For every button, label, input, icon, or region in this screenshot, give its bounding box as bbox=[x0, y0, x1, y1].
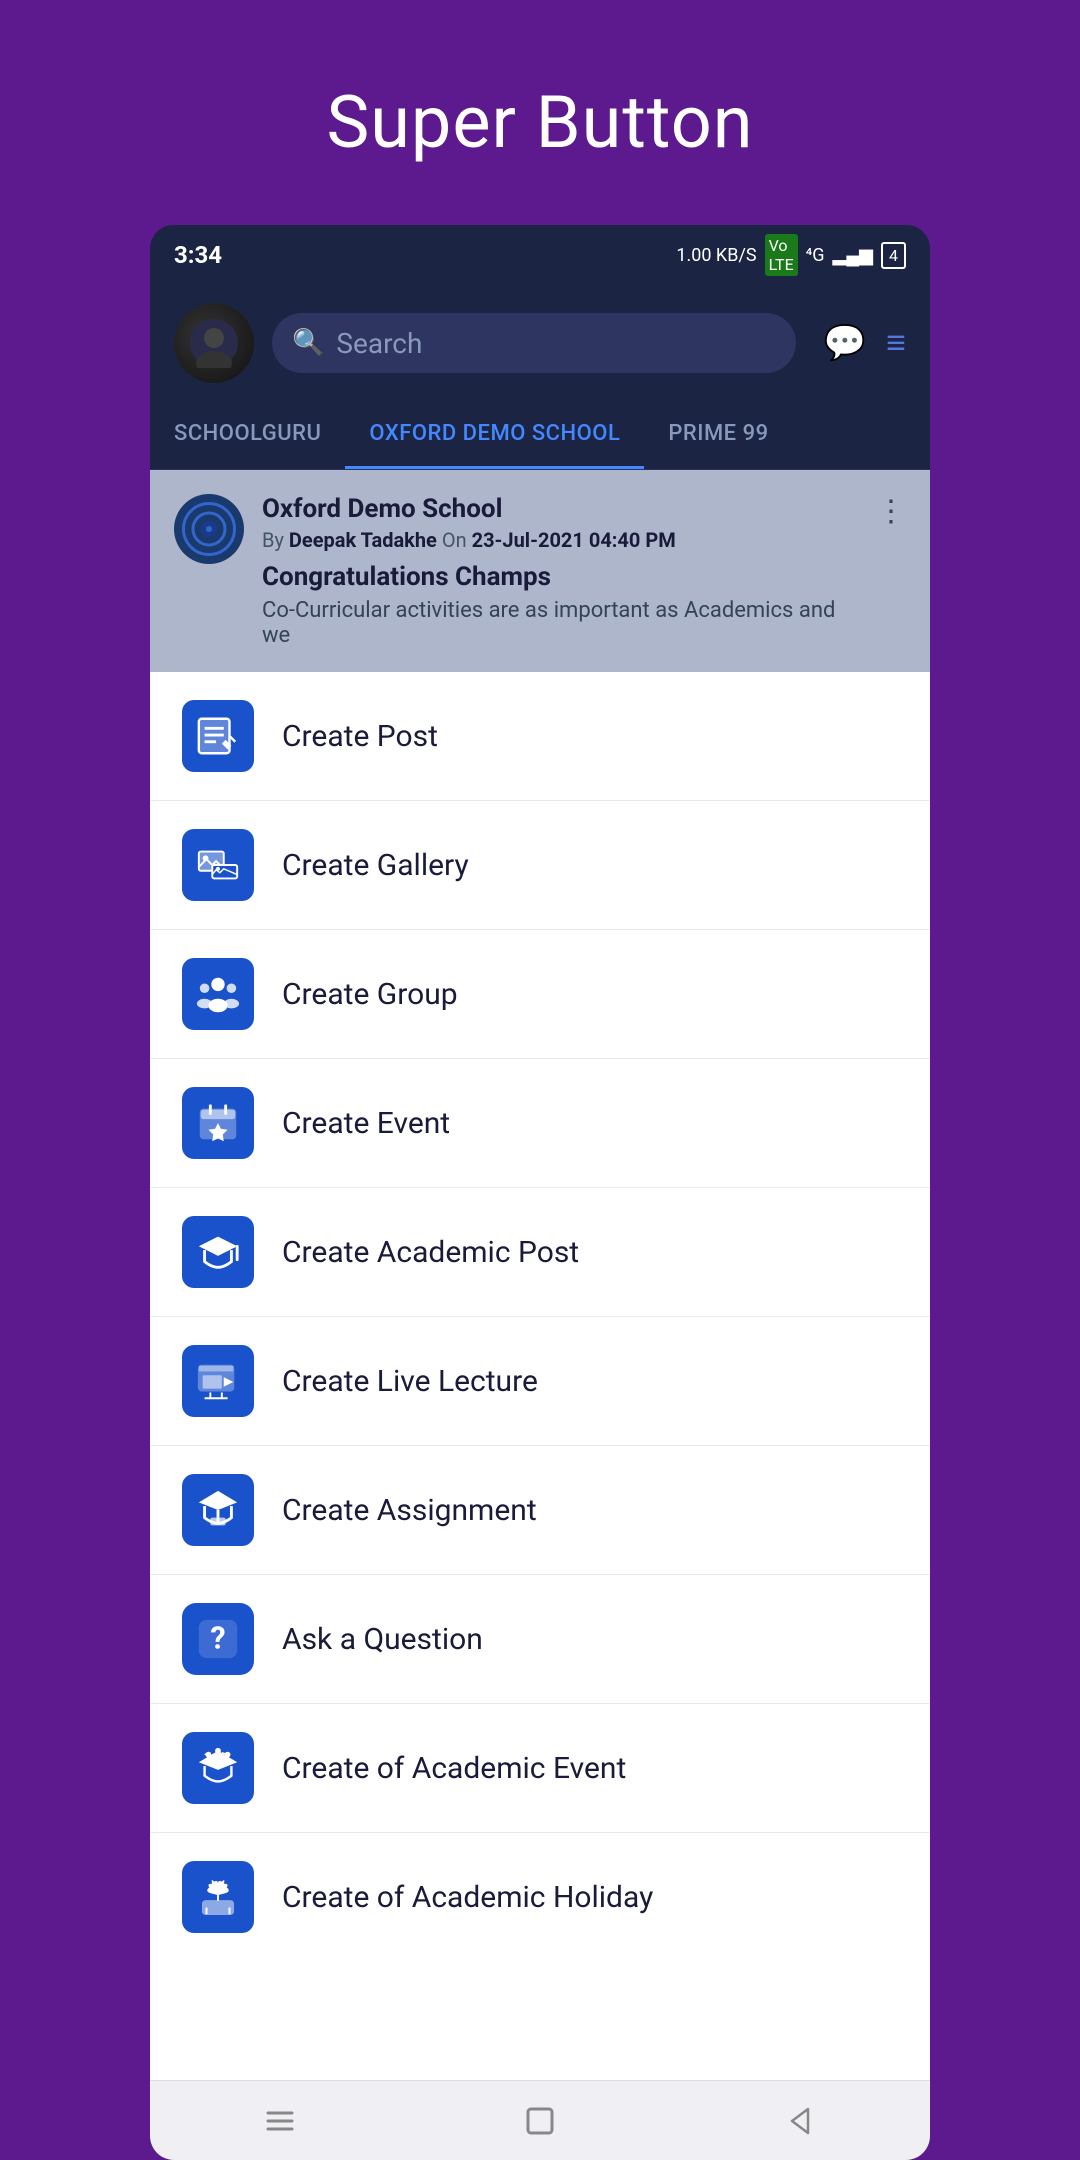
time-display: 3:34 bbox=[174, 241, 222, 269]
header-icons: 💬 ≡ bbox=[824, 323, 906, 363]
avatar-image bbox=[174, 303, 254, 383]
battery-icon: 4 bbox=[881, 242, 906, 269]
menu-item-create-academic-post[interactable]: Create Academic Post bbox=[150, 1188, 930, 1317]
menu-item-create-gallery[interactable]: Create Gallery bbox=[150, 801, 930, 930]
create-event-icon bbox=[182, 1087, 254, 1159]
data-speed: 1.00 KB/S bbox=[676, 245, 756, 266]
menu-label-create-post: Create Post bbox=[282, 719, 438, 754]
post-meta: By Deepak Tadakhe On 23-Jul-2021 04:40 P… bbox=[262, 528, 858, 552]
avatar[interactable] bbox=[174, 303, 254, 383]
create-live-lecture-icon bbox=[182, 1345, 254, 1417]
network-icon: ⁴G bbox=[806, 245, 825, 266]
post-title: Congratulations Champs bbox=[262, 562, 858, 592]
menu-item-create-live-lecture[interactable]: Create Live Lecture bbox=[150, 1317, 930, 1446]
ask-question-icon: ? bbox=[182, 1603, 254, 1675]
post-card: Oxford Demo School By Deepak Tadakhe On … bbox=[150, 470, 930, 672]
create-gallery-icon bbox=[182, 829, 254, 901]
tab-bar: SCHOOLGURU OXFORD DEMO SCHOOL PRIME 99 bbox=[150, 401, 930, 470]
nav-back-icon[interactable] bbox=[770, 2091, 830, 2151]
menu-item-create-event[interactable]: Create Event bbox=[150, 1059, 930, 1188]
search-placeholder: Search bbox=[336, 327, 422, 360]
phone-frame: 3:34 1.00 KB/S VoLTE ⁴G ▂▄▆ 4 🔍 Search 💬 bbox=[150, 225, 930, 2160]
menu-label-create-academic-holiday: Create of Academic Holiday bbox=[282, 1880, 653, 1915]
menu-item-create-group[interactable]: Create Group bbox=[150, 930, 930, 1059]
status-icons: 1.00 KB/S VoLTE ⁴G ▂▄▆ 4 bbox=[676, 234, 906, 276]
nav-menu-icon[interactable] bbox=[250, 2091, 310, 2151]
svg-text:?: ? bbox=[210, 1622, 225, 1657]
menu-label-create-academic-event: Create of Academic Event bbox=[282, 1751, 626, 1786]
school-avatar bbox=[174, 494, 244, 564]
post-more-icon[interactable]: ⋮ bbox=[876, 494, 906, 529]
search-icon: 🔍 bbox=[292, 328, 324, 358]
tab-oxford[interactable]: OXFORD DEMO SCHOOL bbox=[345, 401, 644, 469]
nav-home-icon[interactable] bbox=[510, 2091, 570, 2151]
signal-icon: ▂▄▆ bbox=[833, 245, 873, 266]
create-group-icon bbox=[182, 958, 254, 1030]
post-info: Oxford Demo School By Deepak Tadakhe On … bbox=[262, 494, 858, 648]
volte-icon: VoLTE bbox=[765, 234, 798, 276]
message-icon[interactable]: 💬 bbox=[824, 323, 866, 363]
menu-label-create-assignment: Create Assignment bbox=[282, 1493, 537, 1528]
menu-label-create-group: Create Group bbox=[282, 977, 458, 1012]
create-academic-event-icon bbox=[182, 1732, 254, 1804]
create-academic-holiday-icon bbox=[182, 1861, 254, 1933]
menu-label-ask-question: Ask a Question bbox=[282, 1622, 483, 1657]
bottom-nav bbox=[150, 2080, 930, 2160]
menu-item-create-post[interactable]: Create Post bbox=[150, 672, 930, 801]
create-assignment-icon bbox=[182, 1474, 254, 1546]
menu-label-create-live-lecture: Create Live Lecture bbox=[282, 1364, 538, 1399]
post-school-name: Oxford Demo School bbox=[262, 494, 858, 524]
post-body: Co-Curricular activities are as importan… bbox=[262, 598, 858, 648]
create-academic-post-icon bbox=[182, 1216, 254, 1288]
search-bar[interactable]: 🔍 Search bbox=[272, 313, 796, 373]
menu-label-create-academic-post: Create Academic Post bbox=[282, 1235, 579, 1270]
tab-prime99[interactable]: PRIME 99 bbox=[644, 401, 792, 469]
menu-list: Create Post Create Gallery bbox=[150, 672, 930, 2080]
menu-label-create-gallery: Create Gallery bbox=[282, 848, 469, 883]
create-post-icon bbox=[182, 700, 254, 772]
menu-item-ask-question[interactable]: ? Ask a Question bbox=[150, 1575, 930, 1704]
menu-label-create-event: Create Event bbox=[282, 1106, 450, 1141]
tab-schoolguru[interactable]: SCHOOLGURU bbox=[150, 401, 345, 469]
menu-icon[interactable]: ≡ bbox=[886, 323, 906, 363]
app-header: 🔍 Search 💬 ≡ bbox=[150, 285, 930, 401]
menu-item-create-academic-holiday[interactable]: Create of Academic Holiday bbox=[150, 1833, 930, 1961]
school-avatar-inner bbox=[182, 502, 236, 556]
page-title: Super Button bbox=[326, 80, 753, 165]
menu-item-create-academic-event[interactable]: Create of Academic Event bbox=[150, 1704, 930, 1833]
menu-item-create-assignment[interactable]: Create Assignment bbox=[150, 1446, 930, 1575]
status-bar: 3:34 1.00 KB/S VoLTE ⁴G ▂▄▆ 4 bbox=[150, 225, 930, 285]
